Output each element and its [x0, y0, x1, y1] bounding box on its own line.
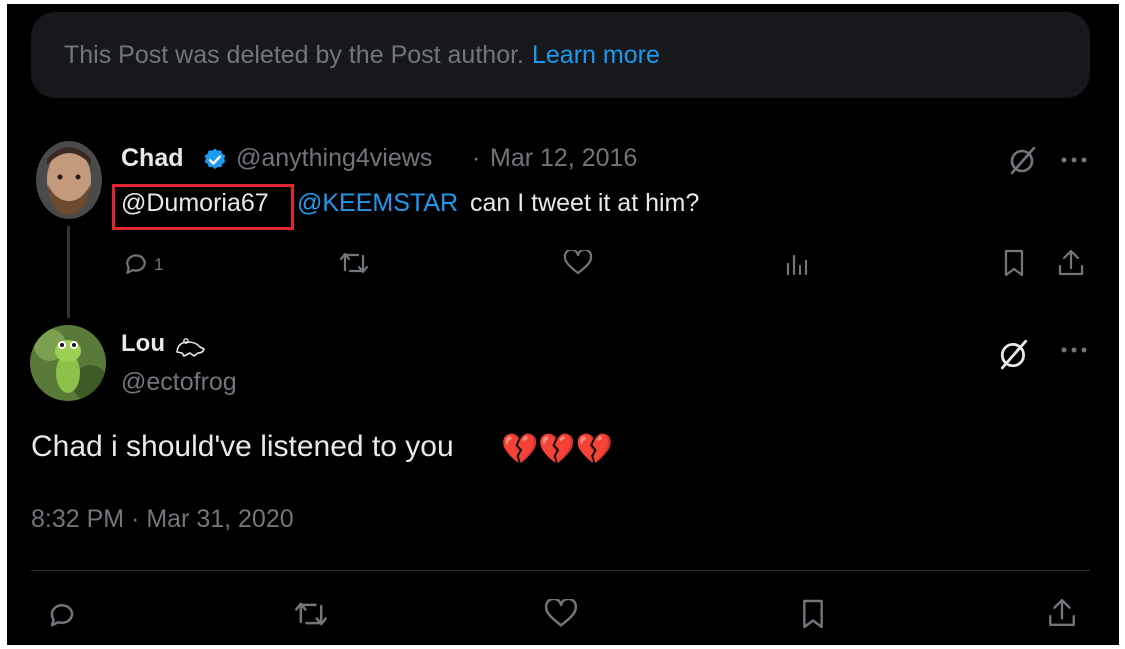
divider — [31, 570, 1090, 571]
broken-heart-emoji-2: 💔 — [538, 433, 576, 466]
reply-post-text: can I tweet it at him? — [470, 189, 700, 217]
bookmark-icon[interactable] — [800, 597, 826, 631]
thread-connector-line — [67, 226, 70, 318]
frog-emoji-icon — [174, 334, 206, 358]
post-date[interactable]: Mar 12, 2016 — [490, 144, 637, 173]
broken-heart-emoji: 💔💔💔 — [501, 432, 613, 467]
author-name-lou[interactable]: Lou — [121, 330, 165, 358]
annotation-highlight-box — [112, 184, 294, 230]
share-icon[interactable] — [1047, 596, 1077, 630]
share-icon[interactable] — [1057, 248, 1085, 278]
more-icon[interactable] — [1060, 346, 1088, 354]
learn-more-link[interactable]: Learn more — [532, 41, 660, 70]
more-icon[interactable] — [1060, 156, 1088, 164]
avatar-chad[interactable] — [36, 141, 102, 219]
grok-icon[interactable] — [997, 338, 1031, 370]
handle-chad[interactable]: @anything4views — [236, 144, 432, 173]
repost-icon[interactable] — [339, 250, 369, 276]
mention-keemstar[interactable]: @KEEMSTAR — [297, 189, 458, 218]
reply-count: 1 — [154, 255, 164, 274]
broken-heart-emoji-1: 💔 — [501, 433, 539, 466]
repost-icon[interactable] — [294, 599, 328, 629]
avatar-lou[interactable] — [30, 325, 106, 401]
post-thread: This Post was deleted by the Post author… — [7, 4, 1119, 645]
grok-icon[interactable] — [1008, 145, 1038, 175]
deleted-notice-text: This Post was deleted by the Post author… — [64, 40, 524, 69]
reply-icon[interactable] — [123, 250, 149, 276]
like-icon[interactable] — [544, 599, 578, 629]
post-timestamp[interactable]: 8:32 PM · Mar 31, 2020 — [31, 505, 294, 534]
like-icon[interactable] — [563, 250, 593, 276]
deleted-post-notice: This Post was deleted by the Post author… — [31, 12, 1090, 98]
views-icon[interactable] — [785, 252, 811, 276]
author-name-chad[interactable]: Chad — [121, 144, 184, 173]
main-post-text: Chad i should've listened to you — [31, 430, 454, 463]
verified-icon — [202, 147, 228, 173]
handle-lou[interactable]: @ectofrog — [121, 368, 237, 397]
broken-heart-emoji-3: 💔 — [575, 433, 614, 466]
reply-icon[interactable] — [47, 599, 77, 629]
meta-separator: · — [472, 144, 481, 172]
bookmark-icon[interactable] — [1002, 248, 1026, 278]
